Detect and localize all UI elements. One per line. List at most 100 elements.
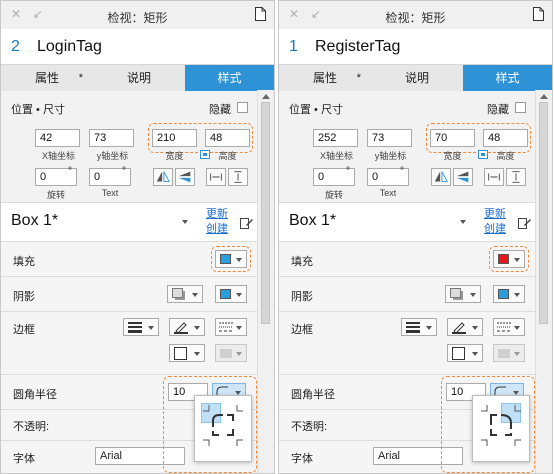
border-width-button[interactable]	[401, 318, 437, 336]
scroll-up-icon[interactable]	[540, 94, 548, 99]
fill-row: 填充	[279, 242, 535, 276]
border-color-button[interactable]	[447, 318, 483, 336]
shadow-color-swatch	[498, 289, 509, 299]
style-dropdown-icon[interactable]	[460, 220, 466, 224]
inner-shadow-button[interactable]	[215, 285, 247, 303]
update-style-link[interactable]: 更新	[484, 208, 506, 221]
fit-width-button[interactable]	[484, 168, 504, 186]
x-input[interactable]: 252	[313, 129, 358, 147]
width-input[interactable]: 70	[430, 129, 475, 147]
opacity-label: 不透明:	[13, 421, 50, 433]
flip-vertical-icon	[456, 171, 469, 183]
tab-notes[interactable]: 说明	[93, 65, 185, 91]
tab-properties[interactable]: 属性 *	[279, 65, 371, 91]
hide-checkbox[interactable]	[237, 102, 248, 113]
width-label: 宽度	[165, 151, 184, 161]
width-label: 宽度	[443, 151, 462, 161]
update-style-link[interactable]: 更新	[206, 208, 228, 221]
scrollbar[interactable]	[257, 90, 274, 473]
shadow-label: 阴影	[291, 291, 313, 303]
widget-name[interactable]: LoginTag	[37, 38, 102, 56]
style-edit-icon[interactable]	[240, 217, 254, 229]
flip-vertical-button[interactable]	[453, 168, 473, 186]
style-selector-row: Box 1* 更新 创建	[1, 203, 257, 241]
flip-horizontal-button[interactable]	[431, 168, 451, 186]
fill-color-button[interactable]	[493, 250, 525, 268]
y-input[interactable]: 73	[367, 129, 412, 147]
fit-height-icon	[234, 171, 242, 183]
y-label: y轴坐标	[96, 151, 129, 161]
tab-properties[interactable]: 属性 *	[1, 65, 93, 91]
arrow-style-button[interactable]	[493, 344, 525, 362]
radius-label: 圆角半径	[13, 389, 57, 401]
fit-width-button[interactable]	[206, 168, 226, 186]
text-rotate-label: Text	[101, 188, 119, 198]
hide-label: 隐藏	[209, 104, 231, 116]
border-visibility-button[interactable]	[447, 344, 483, 362]
rotate-input[interactable]: 0 °	[35, 166, 77, 186]
arrow-style-button[interactable]	[215, 344, 247, 362]
flip-vertical-button[interactable]	[175, 168, 195, 186]
height-input[interactable]: 48	[205, 129, 250, 147]
corner-diagram-icon	[203, 405, 243, 446]
text-rotate-input[interactable]: 0 °	[89, 166, 131, 186]
border-visibility-button[interactable]	[169, 344, 205, 362]
border-style-button[interactable]	[215, 318, 247, 336]
border-style-button[interactable]	[493, 318, 525, 336]
scrollbar[interactable]	[535, 90, 552, 473]
y-input[interactable]: 73	[89, 129, 134, 147]
inspector-panel-right: ✕ ↙ 检视：矩形 1 RegisterTag 属性 * 说明 样式 位置 • 尺…	[278, 0, 553, 474]
tab-style[interactable]: 样式	[463, 65, 552, 91]
height-label: 高度	[496, 151, 515, 161]
inner-shadow-button[interactable]	[493, 285, 525, 303]
scroll-thumb[interactable]	[539, 102, 548, 324]
fill-color-swatch	[220, 254, 231, 264]
border-width-icon	[406, 322, 420, 333]
style-dropdown-icon[interactable]	[182, 220, 188, 224]
border-label: 边框	[291, 324, 313, 336]
fit-height-button[interactable]	[506, 168, 526, 186]
position-size-label: 位置 • 尺寸	[11, 104, 65, 116]
fill-color-button[interactable]	[215, 250, 247, 268]
flip-horizontal-icon	[434, 171, 448, 182]
box-style-name[interactable]: Box 1*	[289, 212, 336, 230]
create-style-link[interactable]: 创建	[206, 223, 228, 236]
outer-shadow-button[interactable]	[445, 285, 481, 303]
fit-height-button[interactable]	[228, 168, 248, 186]
title-bar: ✕ ↙ 检视：矩形	[279, 1, 552, 30]
page-icon[interactable]	[533, 7, 544, 21]
border-row: 边框	[1, 312, 257, 374]
border-label: 边框	[13, 324, 35, 336]
modified-star: *	[78, 72, 83, 84]
style-edit-icon[interactable]	[518, 217, 532, 229]
tab-notes[interactable]: 说明	[371, 65, 463, 91]
tab-style[interactable]: 样式	[185, 65, 274, 91]
tab-bar: 属性 * 说明 样式	[279, 64, 552, 91]
text-rotate-input[interactable]: 0 °	[367, 166, 409, 186]
inspector-panel-left: ✕ ↙ 检视：矩形 2 LoginTag 属性 * 说明 样式 位置 • 尺寸 隐…	[0, 0, 275, 474]
create-style-link[interactable]: 创建	[484, 223, 506, 236]
widget-header: 1 RegisterTag	[279, 29, 552, 64]
scroll-thumb[interactable]	[261, 102, 270, 324]
rotate-input[interactable]: 0 °	[313, 166, 355, 186]
widget-number: 1	[289, 38, 298, 55]
arrow-style-icon	[498, 349, 510, 358]
fill-color-swatch	[498, 254, 509, 264]
scroll-up-icon[interactable]	[262, 94, 270, 99]
border-color-button[interactable]	[169, 318, 205, 336]
outer-shadow-icon	[450, 288, 463, 300]
box-style-name[interactable]: Box 1*	[11, 212, 58, 230]
outer-shadow-button[interactable]	[167, 285, 203, 303]
border-sides-icon	[452, 347, 465, 360]
style-selector-row: Box 1* 更新 创建	[279, 203, 535, 241]
border-width-button[interactable]	[123, 318, 159, 336]
x-input[interactable]: 42	[35, 129, 80, 147]
flip-horizontal-button[interactable]	[153, 168, 173, 186]
page-icon[interactable]	[255, 7, 266, 21]
outer-shadow-icon	[172, 288, 185, 300]
widget-name[interactable]: RegisterTag	[315, 38, 400, 56]
width-input[interactable]: 210	[152, 129, 197, 147]
height-input[interactable]: 48	[483, 129, 528, 147]
hide-checkbox[interactable]	[515, 102, 526, 113]
flip-horizontal-icon	[156, 171, 170, 182]
